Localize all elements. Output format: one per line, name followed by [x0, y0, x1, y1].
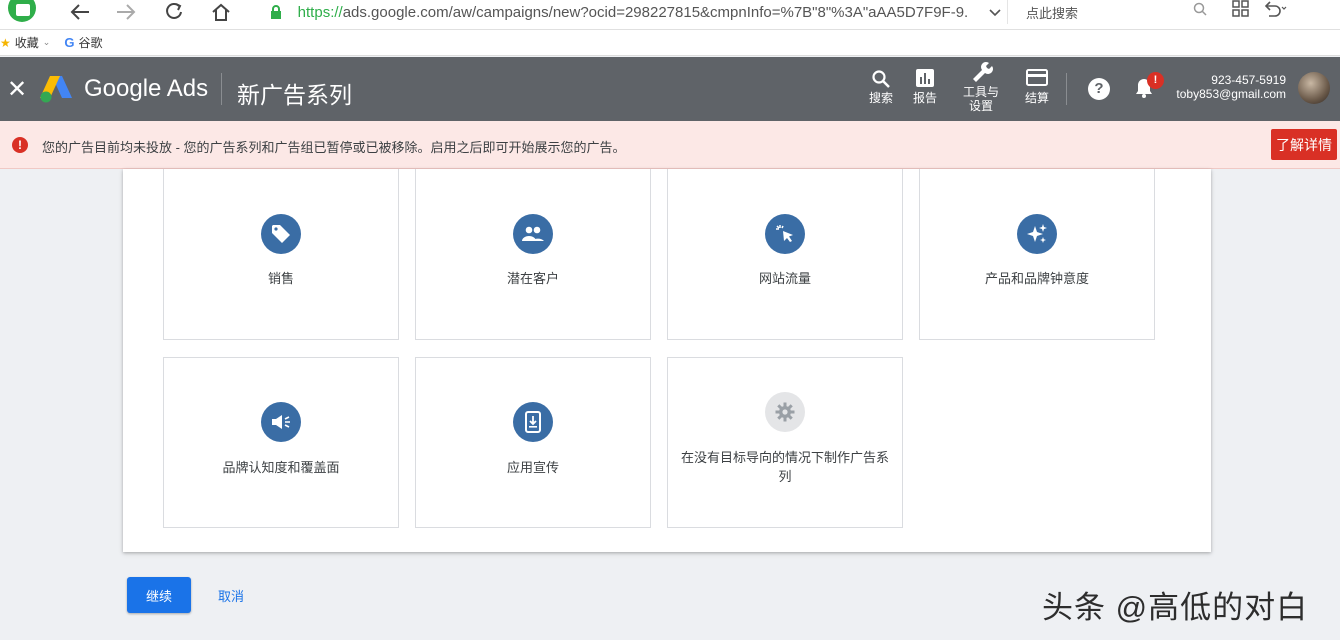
- help-icon[interactable]: ?: [1088, 78, 1110, 100]
- goal-selection-panel: 销售 潜在客户 网站流量 产品和品牌钟意度 品牌认知度和覆盖面 应用宣传 在没有…: [123, 169, 1211, 552]
- avatar[interactable]: [1298, 72, 1330, 104]
- header-tool-label: 搜索: [868, 91, 893, 105]
- cancel-button[interactable]: 取消: [210, 577, 252, 613]
- tag-icon: [261, 214, 301, 254]
- cursor-click-icon: [765, 214, 805, 254]
- goal-label: 潜在客户: [506, 271, 559, 286]
- alert-text: 您的广告目前均未投放 - 您的广告系列和广告组已暂停或已被移除。启用之后即可开始…: [42, 140, 626, 155]
- goal-card-no-goal[interactable]: 在没有目标导向的情况下制作广告系列: [667, 357, 903, 528]
- search-icon[interactable]: [1193, 2, 1207, 21]
- phone-download-icon: [513, 402, 553, 442]
- google-ads-logo-icon: [40, 76, 72, 103]
- browser-toolbar: https:// ads.google.com/aw/campaigns/new…: [0, 0, 1340, 30]
- header-tool-label: 结算: [1024, 91, 1049, 105]
- grid-icon[interactable]: [1232, 0, 1250, 23]
- goal-label: 销售: [267, 271, 294, 286]
- browser-search-input[interactable]: 点此搜索: [1010, 0, 1215, 24]
- bookmark-favorites[interactable]: ★ 收藏 ⌄: [0, 34, 50, 51]
- chevron-down-icon: ⌄: [42, 37, 51, 47]
- learn-more-button[interactable]: 了解详情: [1271, 129, 1337, 160]
- megaphone-icon: [261, 402, 301, 442]
- wrench-icon: [969, 59, 993, 85]
- account-email: toby853@gmail.com: [1176, 87, 1286, 101]
- url-text: ads.google.com/aw/campaigns/new?ocid=298…: [342, 3, 969, 21]
- browser-right-tools: [1232, 0, 1288, 23]
- goal-label: 应用宣传: [506, 460, 559, 475]
- google-g-icon: G: [64, 35, 75, 50]
- page-title: 新广告系列: [237, 82, 352, 108]
- header-tool-label: 工具与 设置: [962, 85, 999, 113]
- goal-card-brand-consideration[interactable]: 产品和品牌钟意度: [919, 169, 1155, 340]
- account-id: 923-457-5919: [1211, 73, 1286, 87]
- gear-icon: [765, 392, 805, 432]
- goal-card-leads[interactable]: 潜在客户: [415, 169, 651, 340]
- continue-button[interactable]: 继续: [127, 577, 191, 613]
- browser-logo-icon: [8, 0, 36, 22]
- star-icon: ★: [0, 35, 11, 50]
- header-tool-search[interactable]: 搜索: [867, 69, 895, 105]
- goal-card-website-traffic[interactable]: 网站流量: [667, 169, 903, 340]
- bookmark-label: 谷歌: [78, 36, 103, 50]
- people-icon: [513, 214, 553, 254]
- header-tool-label: 报告: [912, 91, 937, 105]
- header-tool-settings[interactable]: 工具与 设置: [961, 59, 1001, 113]
- bookmark-label: 收藏: [14, 36, 39, 50]
- back-button[interactable]: [66, 0, 94, 24]
- goal-label: 网站流量: [758, 271, 811, 286]
- sparkle-icon: [1017, 214, 1057, 254]
- header-divider: [221, 73, 222, 105]
- search-icon: [871, 69, 891, 91]
- bookmark-google[interactable]: G 谷歌: [64, 34, 102, 51]
- account-info[interactable]: 923-457-5919 toby853@gmail.com: [1176, 73, 1286, 101]
- brand-name: Google Ads: [84, 75, 209, 102]
- goal-card-sales[interactable]: 销售: [163, 169, 399, 340]
- header-divider: [1066, 73, 1067, 105]
- goal-label: 在没有目标导向的情况下制作广告系列: [680, 450, 889, 484]
- close-icon[interactable]: ✕: [6, 75, 28, 104]
- watermark-text: 头条 @高低的对白: [1042, 590, 1309, 625]
- bar-chart-icon: [916, 69, 934, 91]
- credit-card-icon: [1026, 69, 1048, 91]
- alert-banner: ! 您的广告目前均未投放 - 您的广告系列和广告组已暂停或已被移除。启用之后即可…: [0, 121, 1340, 169]
- ads-header: ✕ Google Ads 新广告系列 搜索 报告 工具与 设置 结算 ? ! 9…: [0, 57, 1340, 121]
- notification-badge: !: [1147, 72, 1164, 89]
- lock-icon: [270, 5, 284, 19]
- forward-button[interactable]: [112, 0, 140, 24]
- bookmarks-bar: ★ 收藏 ⌄ G 谷歌: [0, 30, 1340, 56]
- home-button[interactable]: [207, 0, 235, 24]
- goal-label: 品牌认知度和覆盖面: [222, 460, 340, 475]
- header-tool-billing[interactable]: 结算: [1023, 69, 1051, 105]
- url-scheme: https://: [297, 3, 343, 21]
- undo-icon[interactable]: [1262, 0, 1288, 23]
- goal-label: 产品和品牌钟意度: [984, 271, 1089, 286]
- goal-card-brand-awareness[interactable]: 品牌认知度和覆盖面: [163, 357, 399, 528]
- header-tool-reports[interactable]: 报告: [911, 69, 939, 105]
- address-bar[interactable]: https:// ads.google.com/aw/campaigns/new…: [256, 0, 1008, 24]
- error-icon: !: [12, 137, 28, 153]
- reload-button[interactable]: [160, 0, 188, 24]
- search-placeholder: 点此搜索: [1026, 5, 1079, 21]
- chevron-down-icon[interactable]: [989, 4, 1001, 20]
- goal-card-app-promotion[interactable]: 应用宣传: [415, 357, 651, 528]
